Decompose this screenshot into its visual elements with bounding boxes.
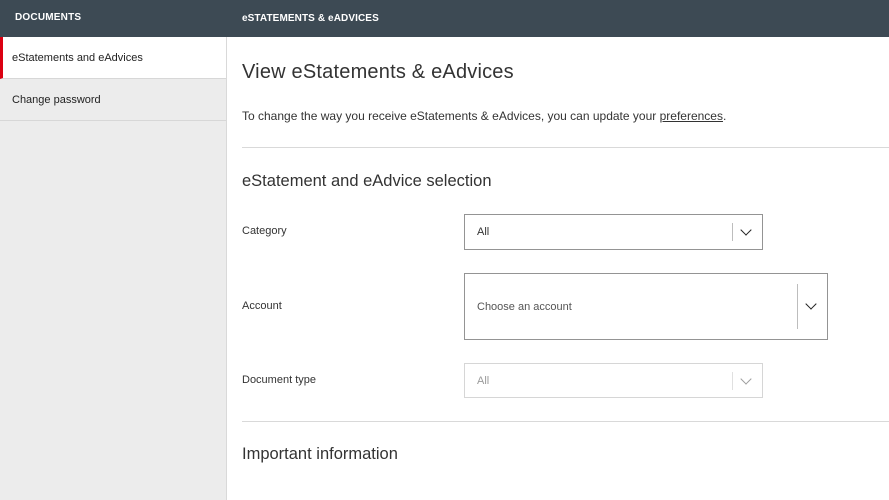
app-window: DOCUMENTS eSTATEMENTS & eADVICES eStatem…	[0, 0, 889, 500]
sidebar-item-change-password[interactable]: Change password	[0, 79, 226, 121]
category-select-value: All	[477, 226, 490, 238]
divider	[242, 421, 889, 422]
sidebar: eStatements and eAdvices Change password	[0, 37, 227, 500]
sidebar-item-label: eStatements and eAdvices	[12, 51, 143, 64]
account-select-placeholder: Choose an account	[477, 301, 572, 313]
sidebar-item-label: Change password	[12, 93, 101, 106]
preferences-link[interactable]: preferences	[660, 109, 723, 123]
sidebar-header-title: DOCUMENTS	[15, 12, 82, 23]
category-label: Category	[242, 225, 287, 237]
top-header-bar: DOCUMENTS eSTATEMENTS & eADVICES	[0, 0, 889, 37]
category-select[interactable]: All	[464, 214, 763, 250]
select-separator	[732, 223, 733, 241]
intro-text-end: .	[722, 109, 727, 123]
document-type-label: Document type	[242, 374, 316, 386]
chevron-down-icon	[805, 298, 817, 310]
select-separator	[732, 372, 733, 390]
select-separator	[797, 284, 798, 329]
page-title: View eStatements & eAdvices	[242, 61, 514, 83]
document-type-select: All	[464, 363, 763, 398]
chevron-down-icon	[740, 373, 752, 385]
intro-text: To change the way you receive eStatement…	[242, 109, 726, 123]
account-select[interactable]: Choose an account	[464, 273, 828, 340]
account-label: Account	[242, 300, 282, 312]
page-header-title: eSTATEMENTS & eADVICES	[242, 13, 379, 24]
main-content: View eStatements & eAdvices To change th…	[227, 37, 889, 500]
document-type-select-value: All	[477, 375, 490, 387]
divider	[242, 147, 889, 148]
selection-section-title: eStatement and eAdvice selection	[242, 172, 492, 190]
sidebar-item-estatements[interactable]: eStatements and eAdvices	[0, 37, 226, 79]
intro-text-body: To change the way you receive eStatement…	[242, 109, 660, 123]
chevron-down-icon	[740, 224, 752, 236]
important-info-title: Important information	[242, 445, 398, 463]
